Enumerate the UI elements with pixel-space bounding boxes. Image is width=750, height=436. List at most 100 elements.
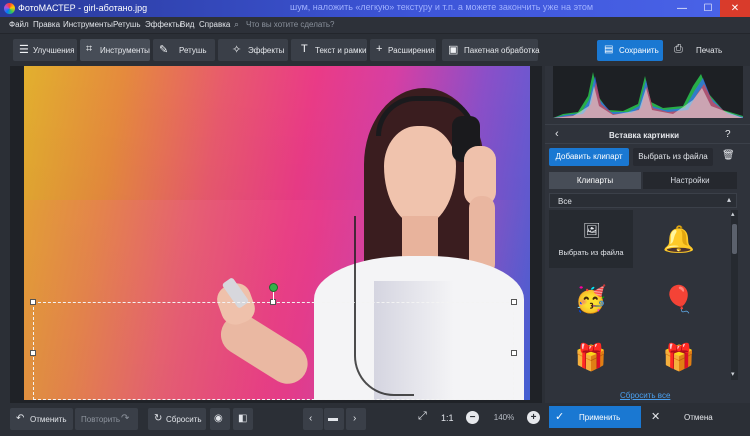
menu-effects[interactable]: Эффекты (145, 20, 181, 29)
menu-view[interactable]: Вид (180, 20, 194, 29)
resize-handle-ml[interactable] (30, 350, 36, 356)
trash-icon[interactable]: 🗑 (722, 150, 735, 161)
resize-handle-tr[interactable] (511, 299, 517, 305)
redo-button[interactable]: Повторить ↷ (75, 408, 138, 430)
tool-batch[interactable]: ▣ Пакетная обработка (442, 39, 540, 61)
tab-settings[interactable]: Настройки (643, 172, 737, 189)
reset-icon: ↻ (154, 413, 163, 424)
tab-cliparts[interactable]: Клипарты (549, 172, 641, 189)
magic-wand-icon: ✧ (232, 44, 242, 56)
image-stack-icon: ▣ (448, 44, 459, 56)
clipart-grid: 🖼 Выбрать из файла 🔔 🥳 🎈 🎁 🎁 (549, 210, 729, 380)
clipart-scrollbar[interactable]: ▴ ▾ (731, 210, 738, 380)
clip-gift-white[interactable]: 🎁 (637, 328, 721, 386)
title-bar: ФотоМАСТЕР - girl-аботано.jpg шум, налож… (0, 0, 750, 17)
open-folder-button[interactable]: ▬ (324, 408, 344, 430)
zoom-out-button[interactable]: − (466, 411, 479, 424)
undo-button[interactable]: ↶ Отменить (10, 408, 73, 430)
gift-white-icon: 🎁 (662, 342, 696, 372)
redo-label: Повторить (81, 415, 121, 424)
maximize-icon[interactable]: ☐ (694, 0, 722, 17)
crop-icon: ⌗ (86, 43, 93, 55)
histogram (553, 66, 743, 118)
panel-header: ‹ Вставка картинки ? (545, 124, 750, 144)
menu-file[interactable]: Файл (9, 20, 29, 29)
check-icon: ✓ (555, 411, 565, 423)
clip-from-file[interactable]: 🖼 Выбрать из файла (549, 210, 633, 268)
close-icon[interactable]: ✕ (720, 0, 750, 17)
clip-bells[interactable]: 🔔 (637, 210, 721, 268)
save-icon: ▤ (604, 44, 614, 55)
print-button[interactable]: ⎙ Печать (668, 40, 734, 61)
tool-effects-label: Эффекты (248, 46, 285, 55)
menu-bar: Файл Правка Инструменты Ретушь Эффекты В… (0, 17, 750, 34)
clip-gift-red[interactable]: 🎁 (549, 328, 633, 386)
menu-retouch[interactable]: Ретушь (113, 20, 141, 29)
close-x-icon: ✕ (651, 411, 661, 423)
histogram-graph (553, 72, 743, 118)
clip-party-hat[interactable]: 🥳 (549, 270, 633, 328)
reset-button[interactable]: ↻ Сбросить (148, 408, 206, 430)
fit-screen-icon[interactable]: ⤢ (418, 410, 427, 423)
scroll-up-icon[interactable]: ▴ (731, 210, 735, 218)
compare-icon: ◧ (238, 413, 248, 424)
resize-handle-mr[interactable] (511, 350, 517, 356)
help-icon[interactable]: ? (725, 129, 731, 140)
scroll-down-icon[interactable]: ▾ (731, 370, 735, 378)
window-title: ФотоМАСТЕР - girl-аботано.jpg (18, 3, 148, 13)
apply-label: Применить (579, 413, 621, 422)
minimize-icon[interactable]: — (668, 0, 696, 17)
chevron-left-icon: ‹ (309, 413, 313, 424)
rotate-handle[interactable] (269, 283, 278, 292)
save-label: Сохранить (619, 46, 659, 55)
search-icon: ⌕ (234, 19, 240, 29)
add-clipart-button[interactable]: Добавить клипарт (549, 148, 629, 166)
eye-icon: ◉ (214, 413, 223, 424)
menu-help[interactable]: Справка (199, 20, 230, 29)
resize-handle-tl[interactable] (30, 299, 36, 305)
tool-effects[interactable]: ✧ Эффекты (218, 39, 288, 61)
tool-retouch[interactable]: ✎ Ретушь (153, 39, 215, 61)
save-button[interactable]: ▤ Сохранить (597, 40, 663, 61)
search-input[interactable]: Что вы хотите сделать? (246, 20, 334, 29)
image-add-icon: 🖼 (583, 222, 601, 238)
menu-edit[interactable]: Правка (33, 20, 60, 29)
choose-file-button[interactable]: Выбрать из файла (633, 148, 713, 166)
back-icon[interactable]: ‹ (555, 128, 559, 140)
apply-button[interactable]: ✓ Применить (549, 406, 641, 428)
cancel-button[interactable]: ✕ Отмена (645, 406, 737, 428)
chevron-right-icon: › (353, 413, 357, 424)
next-image-button[interactable]: › (346, 408, 366, 430)
scrollbar-thumb[interactable] (732, 224, 737, 254)
folder-icon: ▬ (328, 413, 338, 424)
tool-enhancements[interactable]: ☰ Улучшения (13, 39, 77, 61)
zoom-in-button[interactable]: + (527, 411, 540, 424)
tool-text-frames[interactable]: T Текст и рамки (291, 39, 367, 61)
tool-instruments[interactable]: ⌗ Инструменты (80, 39, 150, 61)
clip-from-file-label: Выбрать из файла (558, 248, 624, 257)
background-window-text: шум, наложить «легкую» текстуру и т.п. а… (290, 2, 594, 12)
sliders-icon: ☰ (19, 44, 29, 56)
tool-extensions-label: Расширения (388, 46, 435, 55)
redo-icon: ↷ (121, 413, 130, 424)
gift-red-icon: 🎁 (574, 342, 608, 372)
selection-box[interactable] (33, 302, 514, 400)
category-value: Все (558, 197, 572, 206)
compare-toggle[interactable]: ◧ (233, 408, 253, 430)
plus-icon: + (376, 43, 383, 55)
reset-all-link[interactable]: Сбросить все (620, 391, 670, 400)
brush-icon: ✎ (159, 44, 169, 56)
undo-icon: ↶ (16, 413, 25, 424)
reset-label: Сбросить (166, 415, 202, 424)
category-select[interactable]: Все ▴ (549, 193, 737, 208)
ratio-button[interactable]: 1:1 (441, 413, 454, 423)
tool-batch-label: Пакетная обработка (464, 46, 540, 55)
printer-icon: ⎙ (674, 43, 683, 55)
preview-toggle[interactable]: ◉ (210, 408, 230, 430)
tool-extensions[interactable]: + Расширения (370, 39, 436, 61)
prev-image-button[interactable]: ‹ (303, 408, 323, 430)
search-box[interactable]: ⌕ Что вы хотите сделать? (232, 19, 362, 32)
clip-balloons[interactable]: 🎈 (637, 270, 721, 328)
menu-tools[interactable]: Инструменты (63, 20, 113, 29)
rotate-handle-line (273, 291, 274, 302)
